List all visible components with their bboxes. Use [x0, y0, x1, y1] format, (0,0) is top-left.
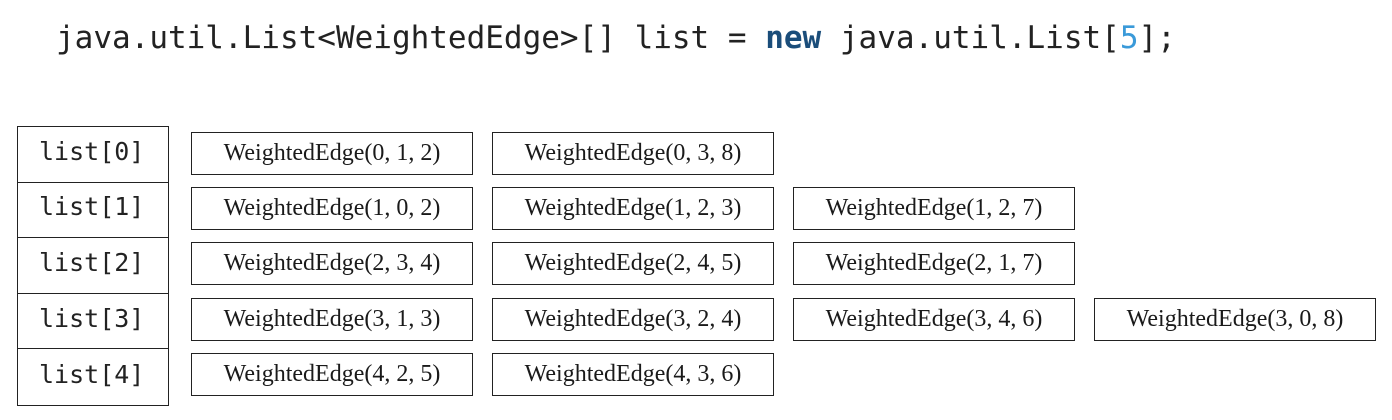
weighted-edge-box: WeightedEdge(0, 1, 2): [191, 132, 473, 175]
list-array: list[0] list[1] list[2] list[3] list[4]: [17, 126, 169, 406]
weighted-edge-box: WeightedEdge(3, 2, 4): [492, 298, 774, 341]
weighted-edge-box: WeightedEdge(3, 0, 8): [1094, 298, 1376, 341]
edge-list-row-3: WeightedEdge(3, 1, 3) WeightedEdge(3, 2,…: [191, 298, 1392, 342]
code-array-size: 5: [1119, 20, 1139, 56]
weighted-edge-box: WeightedEdge(4, 2, 5): [191, 353, 473, 396]
list-index-cell: list[3]: [18, 294, 168, 350]
list-index-cell: list[0]: [18, 127, 168, 183]
weighted-edge-box: WeightedEdge(2, 1, 7): [793, 242, 1075, 285]
code-suffix: ];: [1138, 20, 1176, 56]
code-keyword-new: new: [765, 20, 822, 56]
code-middle: java.util.List[: [821, 20, 1120, 56]
weighted-edge-box: WeightedEdge(2, 3, 4): [191, 242, 473, 285]
edge-list-row-2: WeightedEdge(2, 3, 4) WeightedEdge(2, 4,…: [191, 242, 1094, 286]
list-index-cell: list[4]: [39, 359, 145, 389]
list-index-cell: list[1]: [18, 183, 168, 239]
edge-list-row-0: WeightedEdge(0, 1, 2) WeightedEdge(0, 3,…: [191, 132, 793, 176]
edge-list-row-4: WeightedEdge(4, 2, 5) WeightedEdge(4, 3,…: [191, 353, 793, 397]
list-index-cell: list[2]: [18, 238, 168, 294]
weighted-edge-box: WeightedEdge(1, 0, 2): [191, 187, 473, 230]
weighted-edge-box: WeightedEdge(0, 3, 8): [492, 132, 774, 175]
weighted-edge-box: WeightedEdge(3, 4, 6): [793, 298, 1075, 341]
weighted-edge-box: WeightedEdge(2, 4, 5): [492, 242, 774, 285]
weighted-edge-box: WeightedEdge(4, 3, 6): [492, 353, 774, 396]
code-prefix: java.util.List<WeightedEdge>[] list =: [56, 20, 766, 56]
weighted-edge-box: WeightedEdge(1, 2, 7): [793, 187, 1075, 230]
code-statement: java.util.List<WeightedEdge>[] list = ne…: [56, 14, 1176, 62]
edge-list-row-1: WeightedEdge(1, 0, 2) WeightedEdge(1, 2,…: [191, 187, 1094, 231]
weighted-edge-box: WeightedEdge(3, 1, 3): [191, 298, 473, 341]
weighted-edge-box: WeightedEdge(1, 2, 3): [492, 187, 774, 230]
